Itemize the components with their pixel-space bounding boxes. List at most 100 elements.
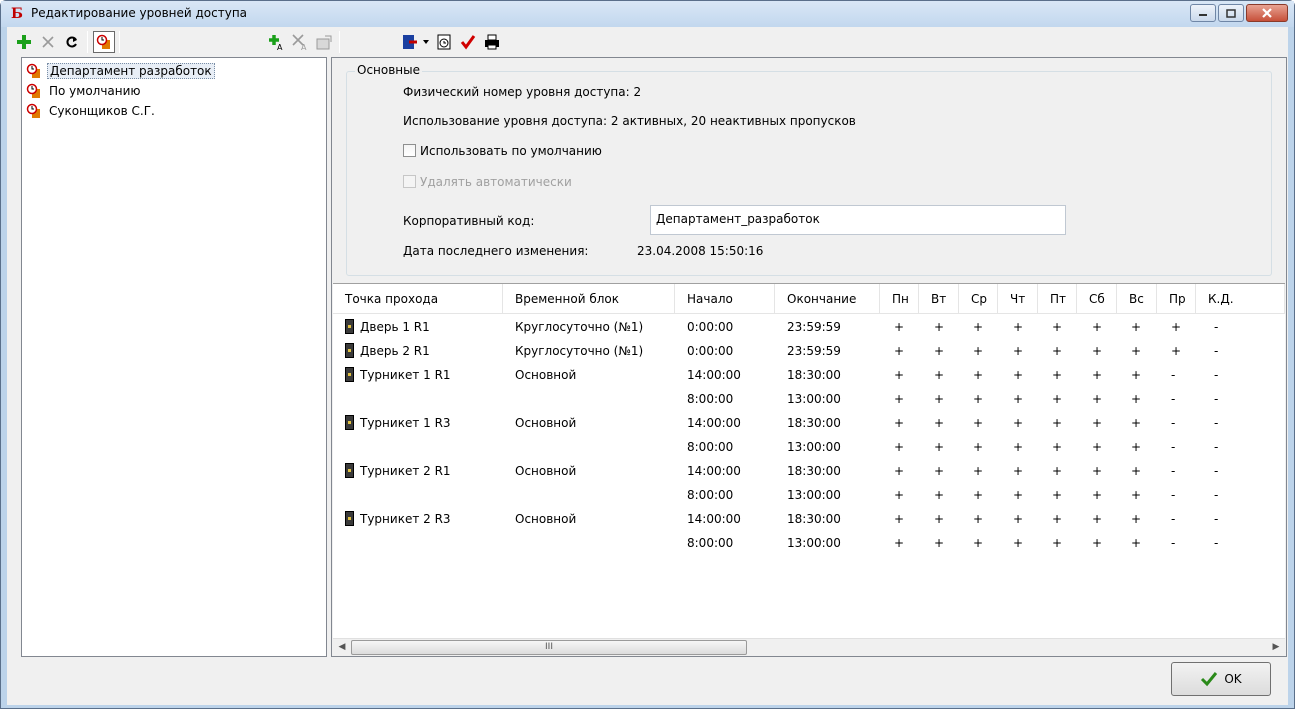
tree-item[interactable]: По умолчанию <box>26 82 143 100</box>
table-row[interactable]: Турникет 2 R1 Основной 14:00:00 18:30:00 + + +… <box>333 459 1285 483</box>
column-header-sun[interactable]: Вс <box>1117 284 1157 314</box>
table-row[interactable]: Дверь 1 R1 Круглосуточно (№1) 0:00:00 23:59… <box>333 315 1285 339</box>
table-row[interactable]: Дверь 2 R1 Круглосуточно (№1) 0:00:00 23:59… <box>333 339 1285 363</box>
cell-point: Турникет 2 R1 <box>345 459 451 483</box>
cell-time-block: Круглосуточно (№1) <box>515 344 644 358</box>
check-button[interactable] <box>457 31 479 53</box>
column-header-end[interactable]: Окончание <box>775 284 880 314</box>
column-header-start[interactable]: Начало <box>675 284 775 314</box>
table-row[interactable]: 8:00:00 13:00:00 + + + + + + + - - <box>333 483 1285 507</box>
table-row[interactable]: 8:00:00 13:00:00 + + + + + + + - - <box>333 435 1285 459</box>
scroll-thumb[interactable]: III <box>351 640 747 655</box>
cell-day: - <box>1214 344 1219 358</box>
tree-item-label: Суконщиков С.Г. <box>49 104 155 118</box>
cell-day: + <box>1013 344 1024 358</box>
window-title: Редактирование уровней доступа <box>31 6 248 20</box>
refresh-button[interactable] <box>61 31 83 53</box>
cell-day: - <box>1171 416 1176 430</box>
general-group: Основные Физический номер уровня доступа… <box>346 63 1272 276</box>
table-row[interactable]: Турникет 1 R3 Основной 14:00:00 18:30:00 + + +… <box>333 411 1285 435</box>
cell-day: - <box>1214 440 1219 454</box>
column-header-kd[interactable]: К.Д. <box>1196 284 1285 314</box>
tree-item[interactable]: Департамент разработок <box>26 62 215 80</box>
add-button[interactable] <box>13 31 35 53</box>
cell-day: + <box>1013 368 1024 382</box>
properties-button[interactable] <box>313 31 335 53</box>
delete-button[interactable] <box>37 31 59 53</box>
tree-item[interactable]: Суконщиков С.Г. <box>26 102 157 120</box>
use-default-checkbox[interactable]: Использовать по умолчанию <box>403 144 602 158</box>
table-row[interactable]: 8:00:00 13:00:00 + + + + + + + - - <box>333 531 1285 555</box>
refresh-icon <box>66 36 77 48</box>
column-header-holiday[interactable]: Пр <box>1157 284 1196 314</box>
column-header-sat[interactable]: Сб <box>1077 284 1117 314</box>
access-points-grid[interactable]: Точка прохода Временной блок Начало Окон… <box>333 283 1285 655</box>
access-level-icon <box>96 34 110 49</box>
cell-day: + <box>1052 344 1063 358</box>
access-level-button[interactable] <box>93 31 115 53</box>
corp-code-field[interactable]: Департамент_разработок <box>650 205 1066 235</box>
add-point-button[interactable]: A <box>265 31 287 53</box>
column-header-wed[interactable]: Ср <box>959 284 998 314</box>
delete-point-button[interactable]: A <box>289 31 311 53</box>
horizontal-scrollbar[interactable]: ◀ III ▶ <box>333 638 1285 655</box>
cell-end: 18:30:00 <box>787 512 841 526</box>
cell-start: 8:00:00 <box>687 440 734 454</box>
cell-start: 14:00:00 <box>687 464 741 478</box>
cell-day: - <box>1171 488 1176 502</box>
group-title: Основные <box>355 63 423 77</box>
corp-code-label: Корпоративный код: <box>403 214 535 228</box>
print-button[interactable] <box>481 31 503 53</box>
scroll-right-icon[interactable]: ▶ <box>1269 641 1283 654</box>
cell-day: + <box>894 320 905 334</box>
column-header-block[interactable]: Временной блок <box>503 284 675 314</box>
dialog-client: A A Департамент разработок По умолчанию … <box>7 27 1288 705</box>
column-header-thu[interactable]: Чт <box>998 284 1038 314</box>
cell-day: + <box>973 416 984 430</box>
close-button[interactable] <box>1246 4 1288 22</box>
column-header-point[interactable]: Точка прохода <box>333 284 503 314</box>
app-icon: Б <box>11 6 23 22</box>
schedule-icon <box>437 34 451 50</box>
cell-point-text: Турникет 1 R1 <box>360 368 451 382</box>
checkmark-icon <box>1201 672 1218 687</box>
minimize-button[interactable] <box>1190 4 1216 22</box>
cell-day: + <box>894 512 905 526</box>
cell-day: + <box>894 368 905 382</box>
column-header-mon[interactable]: Пн <box>880 284 919 314</box>
cell-start: 8:00:00 <box>687 536 734 550</box>
schedule-button[interactable] <box>433 31 455 53</box>
ok-label: OK <box>1224 672 1242 686</box>
table-row[interactable]: Турникет 1 R1 Основной 14:00:00 18:30:00 + + +… <box>333 363 1285 387</box>
cell-day: + <box>1013 440 1024 454</box>
cell-day: + <box>1013 320 1024 334</box>
cell-day: + <box>1013 416 1024 430</box>
maximize-button[interactable] <box>1218 4 1244 22</box>
table-row[interactable]: Турникет 2 R3 Основной 14:00:00 18:30:00 + + +… <box>333 507 1285 531</box>
cell-day: + <box>1052 488 1063 502</box>
access-level-tree[interactable]: Департамент разработок По умолчанию Суко… <box>21 57 327 657</box>
cell-end: 23:59:59 <box>787 320 841 334</box>
table-row[interactable]: 8:00:00 13:00:00 + + + + + + + - - <box>333 387 1285 411</box>
scroll-left-icon[interactable]: ◀ <box>335 641 349 654</box>
cell-day: + <box>1092 344 1103 358</box>
cell-day: + <box>894 344 905 358</box>
cell-day: + <box>973 488 984 502</box>
cell-point: Турникет 1 R3 <box>345 411 451 435</box>
cell-start: 14:00:00 <box>687 368 741 382</box>
cell-end: 13:00:00 <box>787 536 841 550</box>
svg-text:A: A <box>277 43 283 51</box>
properties-icon <box>316 35 332 50</box>
add-point-icon: A <box>269 35 283 51</box>
toolbar-separator <box>87 31 88 53</box>
cell-day: + <box>1131 320 1142 334</box>
cell-day: + <box>1131 440 1142 454</box>
title-bar[interactable]: Б Редактирование уровней доступа <box>1 1 1294 27</box>
column-header-tue[interactable]: Вт <box>919 284 959 314</box>
cell-day: + <box>973 536 984 550</box>
cell-day: + <box>934 536 945 550</box>
ok-button[interactable]: OK <box>1171 662 1271 696</box>
cell-day: + <box>1013 536 1024 550</box>
cell-end: 13:00:00 <box>787 392 841 406</box>
column-header-fri[interactable]: Пт <box>1038 284 1077 314</box>
